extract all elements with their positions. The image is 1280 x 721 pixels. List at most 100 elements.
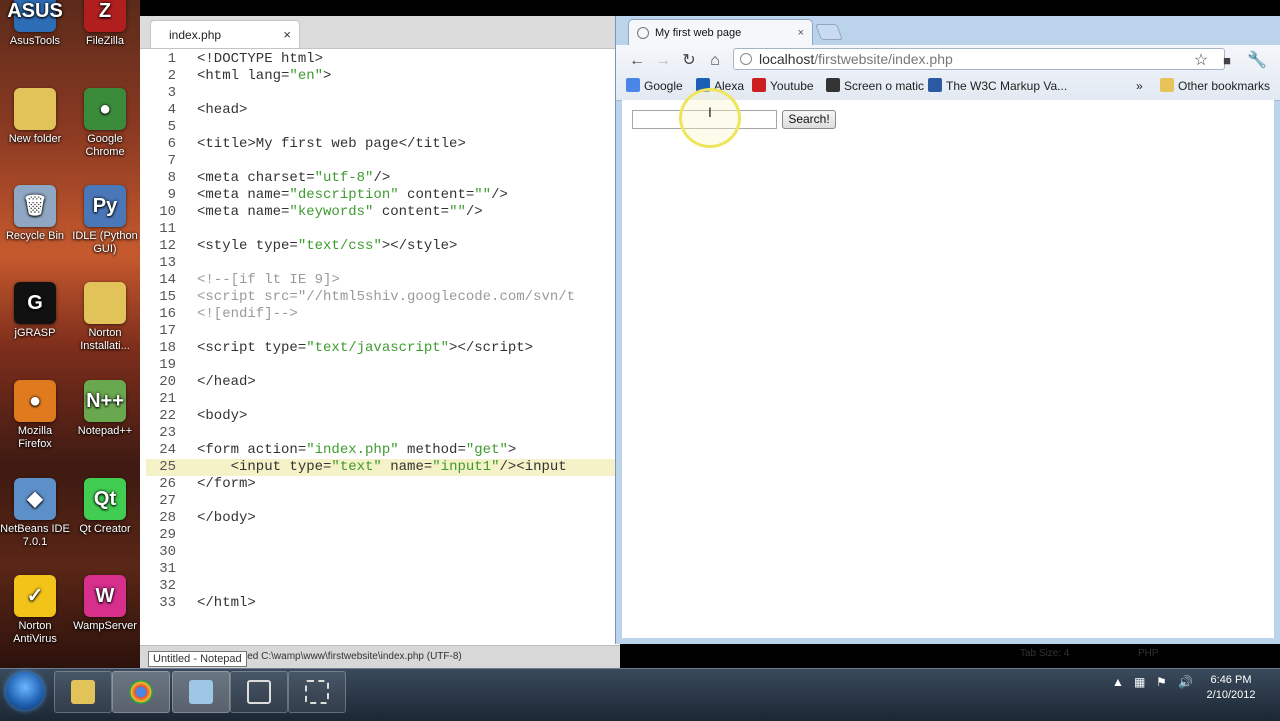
status-tab-size-label[interactable]: Tab Size: 4 bbox=[1020, 648, 1069, 659]
line-number: 6 bbox=[167, 136, 176, 152]
back-arrow-icon[interactable]: ← bbox=[626, 50, 648, 72]
desktop-icon-label: Norton AntiVirus bbox=[13, 620, 57, 645]
close-icon[interactable]: × bbox=[283, 21, 291, 49]
line-number: 19 bbox=[159, 357, 176, 373]
line-number: 25 bbox=[159, 459, 176, 475]
bookmark-label: Screen o matic bbox=[844, 79, 925, 93]
desktop-icon[interactable]: ● Mozilla Firefox bbox=[0, 380, 70, 451]
line-number: 16 bbox=[159, 306, 176, 322]
code-line: <!DOCTYPE html> bbox=[197, 51, 324, 67]
taskbar-editor[interactable] bbox=[172, 671, 230, 713]
desktop-icon[interactable]: GjGRASP bbox=[0, 282, 70, 340]
desktop: ASUS AsusTools Z FileZilla New folder ● Google… bbox=[0, 0, 140, 668]
desktop-icon-label: New folder bbox=[8, 133, 62, 145]
desktop-icon[interactable]: ✓ Norton AntiVirus bbox=[0, 575, 70, 646]
bookmarks-overflow-icon[interactable]: » bbox=[1136, 77, 1143, 95]
taskbar-explorer[interactable] bbox=[54, 671, 112, 713]
volume-icon[interactable]: 🔊 bbox=[1178, 675, 1193, 689]
address-bar[interactable]: localhost/firstwebsite/index.php bbox=[733, 48, 1225, 70]
browser-tab[interactable]: My first web page × bbox=[628, 19, 813, 46]
taskbar-tooltip: Untitled - Notepad bbox=[148, 651, 247, 667]
code-line: <html lang="en"> bbox=[197, 68, 332, 84]
editor-tab-index-php[interactable]: index.php × bbox=[150, 20, 300, 48]
new-tab-button[interactable] bbox=[815, 24, 843, 40]
desktop-icon-label: Recycle Bin bbox=[5, 230, 65, 242]
wrench-icon[interactable]: 🔧 bbox=[1246, 50, 1268, 72]
folder-icon bbox=[1160, 78, 1174, 92]
clock-date: 2/10/2012 bbox=[1206, 689, 1256, 701]
desktop-icon[interactable]: Qt Qt Creator bbox=[70, 478, 140, 536]
desktop-icon[interactable]: Py IDLE (Python GUI) bbox=[70, 185, 140, 256]
start-button[interactable] bbox=[6, 672, 44, 710]
notepad-icon bbox=[247, 680, 271, 704]
system-clock[interactable]: 6:46 PM 2/10/2012 bbox=[1196, 673, 1266, 703]
line-number: 18 bbox=[159, 340, 176, 356]
desktop-icon[interactable]: Z FileZilla bbox=[70, 0, 140, 48]
window-icon bbox=[305, 680, 329, 704]
chrome-icon bbox=[129, 680, 153, 704]
status-message: Saved C:\wamp\www\firstwebsite\index.php… bbox=[230, 651, 462, 662]
web-page-content: Search! I bbox=[622, 88, 1274, 638]
bookmark-item[interactable]: Google bbox=[626, 77, 683, 95]
bookmark-icon bbox=[826, 78, 840, 92]
app-icon: ● bbox=[14, 380, 56, 422]
reload-icon[interactable]: ↻ bbox=[678, 50, 700, 72]
close-icon[interactable]: × bbox=[798, 20, 804, 46]
code-line: <head> bbox=[197, 102, 248, 118]
code-line: <input type="text" name="input1"/><input bbox=[197, 459, 567, 475]
show-hidden-icons-icon[interactable]: ▲ bbox=[1112, 675, 1124, 689]
desktop-icon[interactable]: W WampServer bbox=[70, 575, 140, 633]
line-number: 8 bbox=[167, 170, 176, 186]
network-icon[interactable]: ▦ bbox=[1134, 675, 1145, 689]
forward-arrow-icon[interactable]: → bbox=[652, 50, 674, 72]
desktop-icon[interactable]: N++ Notepad++ bbox=[70, 380, 140, 438]
line-number: 15 bbox=[159, 289, 176, 305]
code-line: <script src="//html5shiv.googlecode.com/… bbox=[197, 289, 576, 305]
bookmark-label: Google bbox=[644, 79, 683, 93]
code-line: </form> bbox=[197, 476, 256, 492]
line-number: 33 bbox=[159, 595, 176, 611]
line-number: 17 bbox=[159, 323, 176, 339]
search-button[interactable]: Search! bbox=[782, 110, 836, 129]
desktop-icon[interactable]: ● Google Chrome bbox=[70, 88, 140, 159]
code-editor-window: index.php × 1 <!DOCTYPE html> 2 <html lang=… bbox=[140, 16, 620, 669]
folder-icon bbox=[71, 680, 95, 704]
extension-icon[interactable]: ■ bbox=[1216, 50, 1238, 72]
code-area[interactable]: 1 <!DOCTYPE html> 2 <html lang="en"> 3 4 <head… bbox=[140, 49, 620, 645]
other-bookmarks[interactable]: Other bookmarks bbox=[1160, 77, 1270, 95]
app-icon: N++ bbox=[84, 380, 126, 422]
status-syntax-label[interactable]: PHP bbox=[1138, 648, 1159, 659]
bookmark-label: The W3C Markup Va... bbox=[946, 79, 1068, 93]
bookmark-item[interactable]: Youtube bbox=[752, 77, 814, 95]
line-number: 21 bbox=[159, 391, 176, 407]
line-number: 28 bbox=[159, 510, 176, 526]
line-number: 5 bbox=[167, 119, 176, 135]
star-icon[interactable]: ☆ bbox=[1190, 50, 1212, 72]
code-line: <!--[if lt IE 9]> bbox=[197, 272, 340, 288]
desktop-icon[interactable]: New folder bbox=[0, 88, 70, 146]
line-number: 30 bbox=[159, 544, 176, 560]
taskbar-window[interactable] bbox=[288, 671, 346, 713]
code-line: <meta name="keywords" content=""/> bbox=[197, 204, 483, 220]
taskbar-notepad[interactable] bbox=[230, 671, 288, 713]
app-icon: Py bbox=[84, 185, 126, 227]
desktop-icon[interactable]: 🗑 Recycle Bin bbox=[0, 185, 70, 243]
taskbar: ▲ ▦ ⚑ 🔊 6:46 PM 2/10/2012 bbox=[0, 668, 1280, 721]
app-icon: 🗑 bbox=[14, 185, 56, 227]
code-line: <title>My first web page</title> bbox=[197, 136, 466, 152]
desktop-icon[interactable]: ASUS AsusTools bbox=[0, 0, 70, 48]
line-number: 20 bbox=[159, 374, 176, 390]
home-icon[interactable]: ⌂ bbox=[704, 50, 726, 72]
line-number: 2 bbox=[167, 68, 176, 84]
taskbar-chrome[interactable] bbox=[112, 671, 170, 713]
line-number: 4 bbox=[167, 102, 176, 118]
desktop-icon[interactable]: ◆ NetBeans IDE 7.0.1 bbox=[0, 478, 70, 549]
bookmark-item[interactable]: Screen o matic bbox=[826, 77, 924, 95]
desktop-icon-label: Google Chrome bbox=[85, 133, 125, 158]
flag-icon[interactable]: ⚑ bbox=[1156, 675, 1167, 689]
desktop-icon-label: AsusTools bbox=[9, 35, 61, 47]
desktop-icon-label: Notepad++ bbox=[77, 425, 133, 437]
line-number: 32 bbox=[159, 578, 176, 594]
bookmark-item[interactable]: The W3C Markup Va... bbox=[928, 77, 1067, 95]
desktop-icon[interactable]: Norton Installati... bbox=[70, 282, 140, 353]
